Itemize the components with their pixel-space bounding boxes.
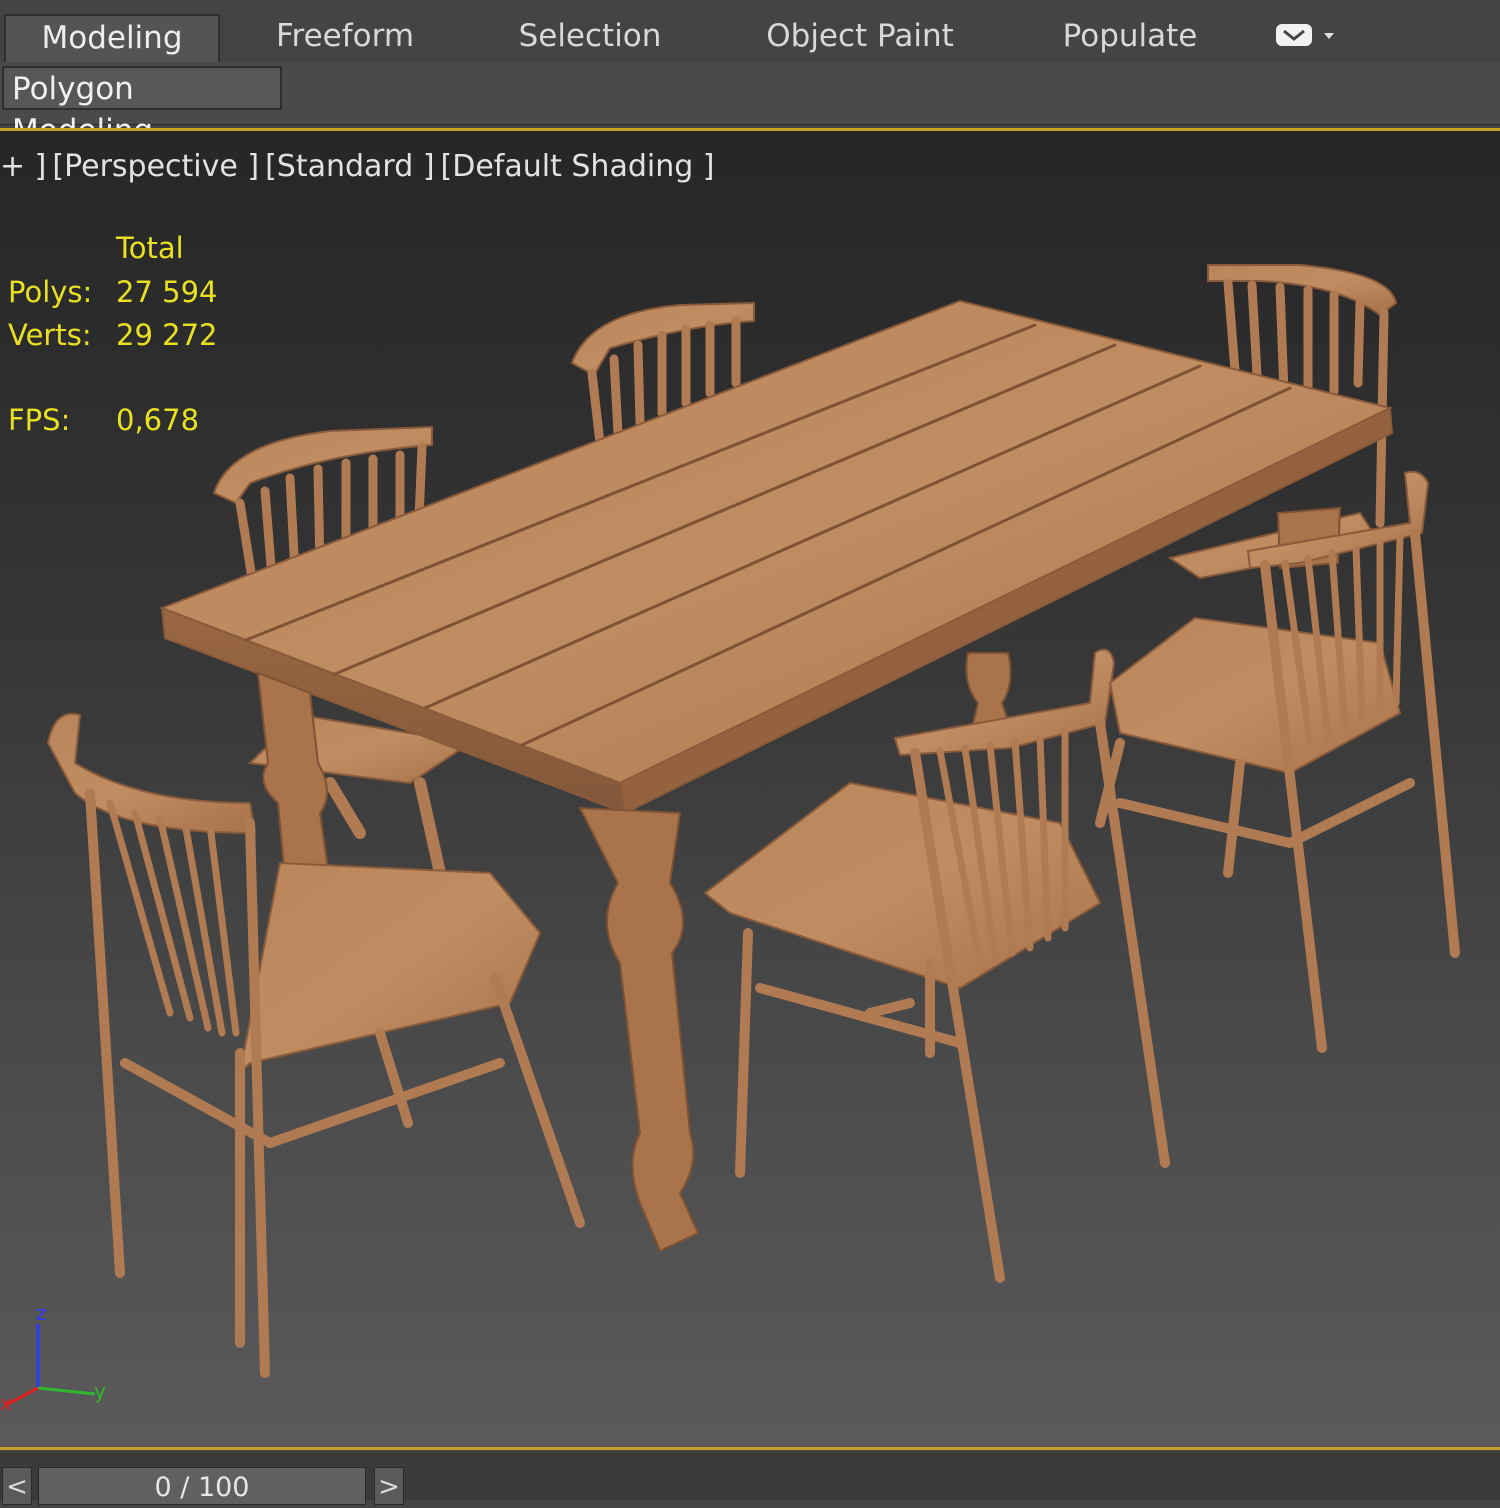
axis-z-label: z: [36, 1306, 47, 1325]
axis-y-label: y: [94, 1379, 106, 1403]
tab-selection[interactable]: Selection: [500, 14, 680, 60]
ribbon-options-icon[interactable]: [1272, 22, 1342, 50]
tab-populate[interactable]: Populate: [1040, 14, 1220, 60]
timeline-next-button[interactable]: >: [374, 1467, 404, 1505]
tab-freeform[interactable]: Freeform: [250, 14, 440, 60]
timeline-prev-button[interactable]: <: [2, 1467, 32, 1505]
tab-object-paint[interactable]: Object Paint: [750, 14, 970, 60]
chair-front-right[interactable]: [1095, 470, 1460, 1053]
ribbon-panel-bar: Polygon Modeling: [0, 62, 1500, 149]
axis-x-label: x: [0, 1391, 12, 1415]
ribbon-tab-bar: Modeling Freeform Selection Object Paint…: [0, 0, 1500, 63]
axis-tripod-icon: z y x: [0, 1306, 106, 1415]
time-slider[interactable]: 0 / 100: [38, 1467, 366, 1505]
chair-front-middle[interactable]: [703, 648, 1170, 1283]
tab-modeling[interactable]: Modeling: [4, 14, 220, 62]
polygon-modeling-tab[interactable]: Polygon Modeling: [2, 66, 282, 149]
perspective-viewport[interactable]: + ] [Perspective ] [Standard ] [Default Sha…: [0, 128, 1500, 1450]
table-and-chairs-model[interactable]: [0, 131, 1500, 1450]
timeline-bar: < 0 / 100 >: [0, 1453, 1500, 1505]
